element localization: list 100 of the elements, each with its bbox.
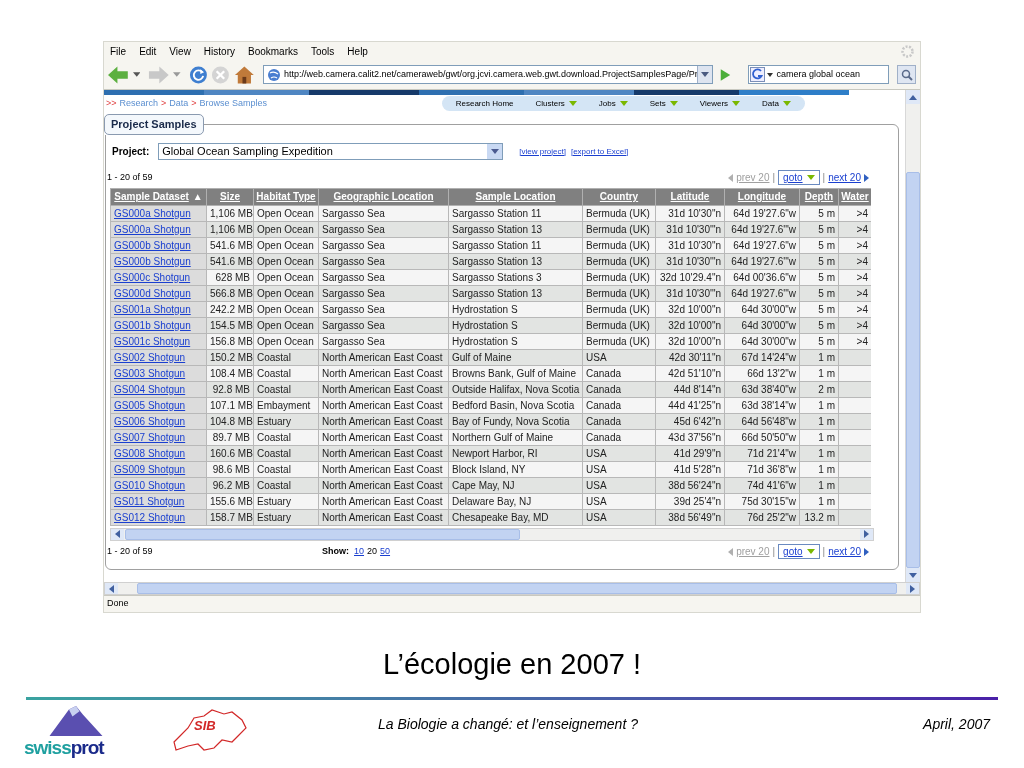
column-header[interactable]: Water — [838, 188, 871, 205]
menu-item[interactable]: File — [110, 43, 127, 59]
vertical-scrollbar[interactable] — [905, 90, 920, 582]
sub-nav-link[interactable]: Research Home — [455, 97, 514, 110]
status-text: Done — [107, 597, 129, 611]
separator: | — [822, 545, 826, 559]
table-cell: 541.6 MB — [206, 237, 254, 253]
page-size-option[interactable]: 10 — [354, 544, 364, 559]
table-cell: 5 m — [799, 301, 839, 317]
table-cell: 64d 00'36.6"w — [724, 269, 800, 285]
back-arrow-icon[interactable] — [108, 65, 129, 84]
column-header[interactable]: Country — [582, 188, 656, 205]
sub-nav-link[interactable]: Sets — [649, 97, 666, 110]
table-cell: 64d 19'27.6'"w — [724, 285, 800, 301]
table-cell: Open Ocean — [253, 301, 319, 317]
breadcrumb-link[interactable]: Research — [119, 96, 159, 111]
reload-icon[interactable] — [188, 64, 208, 85]
menu-item[interactable]: Tools — [311, 43, 335, 59]
table-cell: North American East Coast — [318, 397, 449, 413]
table-cell: 75d 30'15"w — [724, 493, 800, 509]
scroll-up-button[interactable] — [906, 90, 920, 104]
next-link[interactable]: next 20 — [828, 170, 861, 185]
footer-text: La Biologie a changé: et l’enseignement ? — [378, 714, 638, 734]
table-cell: 108.4 MB — [206, 365, 254, 381]
scroll-right-button[interactable] — [860, 528, 873, 540]
table-cell: Northern Gulf of Maine — [448, 429, 583, 445]
sub-nav-link[interactable]: Viewers — [699, 97, 729, 110]
column-header[interactable]: Longitude — [724, 188, 800, 205]
home-icon[interactable] — [234, 64, 255, 85]
chevron-icon — [490, 149, 499, 154]
table-cell: 1 m — [799, 397, 839, 413]
search-engine-icon[interactable] — [749, 67, 774, 82]
column-header[interactable]: Sample Dataset ▲ — [110, 188, 207, 205]
separator: | — [772, 545, 776, 559]
goto-button[interactable]: goto — [778, 170, 820, 185]
table-cell: 64d 19'27.6"w — [724, 237, 800, 253]
scrollbar-thumb[interactable] — [906, 172, 920, 568]
table-cell: 32d 10'00"n — [655, 301, 725, 317]
search-field[interactable]: camera global ocean — [747, 65, 890, 84]
scroll-left-button[interactable] — [105, 583, 118, 594]
goto-button[interactable]: goto — [778, 544, 820, 559]
table-cell: Open Ocean — [253, 285, 319, 301]
page-size-option[interactable]: 50 — [380, 544, 391, 559]
column-header[interactable]: Depth — [799, 188, 839, 205]
horizontal-scrollbar[interactable] — [104, 582, 920, 595]
table-cell: 150.2 MB — [206, 349, 254, 365]
table-cell: 89.7 MB — [206, 429, 254, 445]
scroll-down-button[interactable] — [906, 568, 920, 582]
scroll-right-button[interactable] — [906, 583, 919, 594]
project-select[interactable]: Global Ocean Sampling Expedition — [158, 143, 504, 160]
scroll-left-button[interactable] — [111, 528, 124, 540]
table-cell: Sargasso Sea — [318, 285, 449, 301]
url-field[interactable]: http://web.camera.calit2.net/cameraweb/gwt/org.jcvi.camera.web.gwt.download.ProjectSamplesPage/Pr — [262, 65, 713, 84]
panel-link[interactable]: [view project] — [519, 145, 566, 158]
sub-nav-link[interactable]: Jobs — [598, 97, 616, 110]
column-header[interactable]: Geographic Location — [318, 188, 449, 205]
table-cell: North American East Coast — [318, 477, 449, 493]
scrollbar-thumb[interactable] — [125, 528, 520, 540]
breadcrumb-separator: > — [161, 96, 167, 110]
sub-nav-link[interactable]: Clusters — [535, 97, 565, 110]
next-link[interactable]: next 20 — [828, 544, 861, 559]
table-cell: USA — [582, 445, 656, 461]
column-header[interactable]: Sample Location — [448, 188, 583, 205]
table-cell: 31d 10'30"n — [655, 205, 725, 221]
separator: | — [822, 171, 826, 185]
scrollbar-thumb[interactable] — [137, 583, 897, 594]
horizontal-scrollbar[interactable] — [110, 527, 874, 541]
menu-item[interactable]: View — [169, 43, 191, 59]
table-cell: 1 m — [799, 429, 839, 445]
menu-item[interactable]: Bookmarks — [248, 43, 298, 59]
table-cell: 1 m — [799, 445, 839, 461]
menu-item[interactable]: History — [203, 43, 235, 59]
table-cell: 63d 38'14"w — [724, 397, 800, 413]
table-cell: 38d 56'49"n — [655, 509, 725, 525]
table-cell: 64d 19'27.6'"w — [724, 253, 800, 269]
right-arrow-icon — [864, 173, 869, 182]
table-cell: 155.6 MB — [206, 493, 254, 509]
page-size-option[interactable]: 20 — [367, 544, 378, 559]
menu-item[interactable]: Help — [347, 43, 368, 59]
dropdown-button[interactable] — [696, 66, 712, 83]
panel-link[interactable]: [export to Excel] — [570, 145, 629, 158]
column-header[interactable]: Size — [206, 188, 254, 205]
table-cell: 92.8 MB — [206, 381, 254, 397]
column-header[interactable]: Habitat Type — [253, 188, 319, 205]
breadcrumb-link[interactable]: Data — [169, 96, 189, 111]
breadcrumb-link[interactable]: Browse Samples — [199, 96, 268, 111]
table-cell: North American East Coast — [318, 381, 449, 397]
sub-nav-link[interactable]: Data — [762, 97, 779, 110]
column-header[interactable]: Latitude — [655, 188, 725, 205]
right-arrow-icon — [864, 530, 869, 538]
table-cell: Open Ocean — [253, 237, 319, 253]
table-cell: 1 m — [799, 413, 839, 429]
search-button[interactable] — [897, 65, 916, 84]
table-cell: 1,106 MB — [206, 205, 254, 221]
table-cell: Coastal — [253, 445, 319, 461]
table-cell: Coastal — [253, 349, 319, 365]
menu-item[interactable]: Edit — [139, 43, 157, 59]
table-cell: 5 m — [799, 269, 839, 285]
table-cell: Bermuda (UK) — [582, 317, 656, 333]
table-cell: USA — [582, 509, 656, 525]
